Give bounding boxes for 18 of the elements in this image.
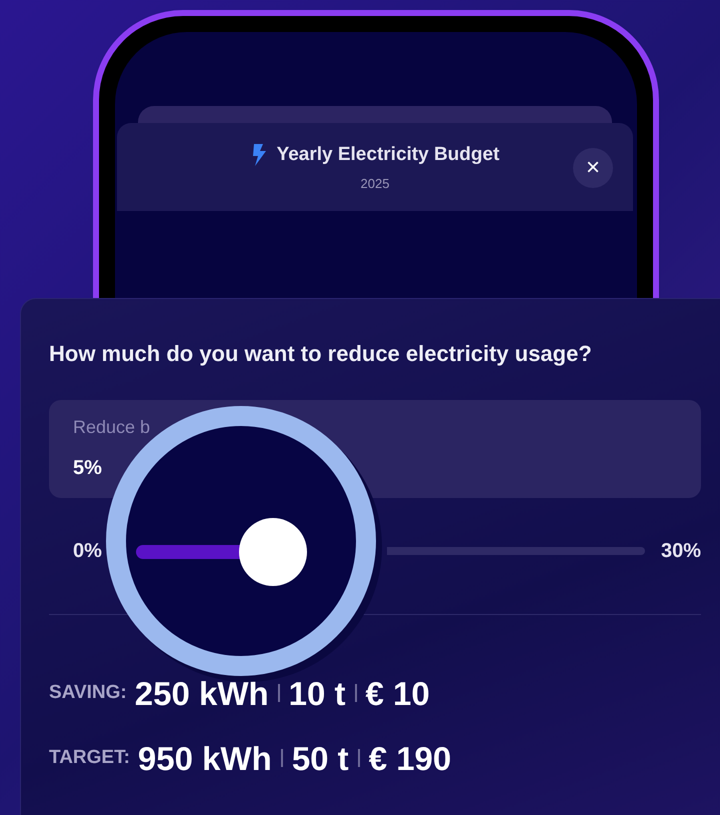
summary-value: € 190 <box>368 742 452 775</box>
summary-value: 10 t <box>288 677 346 710</box>
lightning-icon <box>250 143 267 168</box>
max-label: 30% <box>660 539 701 564</box>
summary-label: SAVING: <box>49 680 127 704</box>
summary-label: TARGET: <box>49 746 130 770</box>
sheet-title: Yearly Electricity Budget <box>276 143 500 167</box>
summary-value: 50 t <box>292 742 349 775</box>
close-button[interactable]: × <box>573 148 613 188</box>
question-text: How much do you want to reduce electricity usage? <box>49 340 593 368</box>
summary-value: 950 kWh <box>138 742 272 775</box>
year-label: 2025 <box>360 174 390 192</box>
slider-track[interactable] <box>387 547 645 555</box>
min-label: 0% <box>73 539 103 564</box>
field-value: 5% <box>73 456 102 481</box>
field-label: Reduce b <box>73 416 150 439</box>
summary-value: € 10 <box>366 677 430 710</box>
summary-value: 250 kWh <box>134 677 269 710</box>
